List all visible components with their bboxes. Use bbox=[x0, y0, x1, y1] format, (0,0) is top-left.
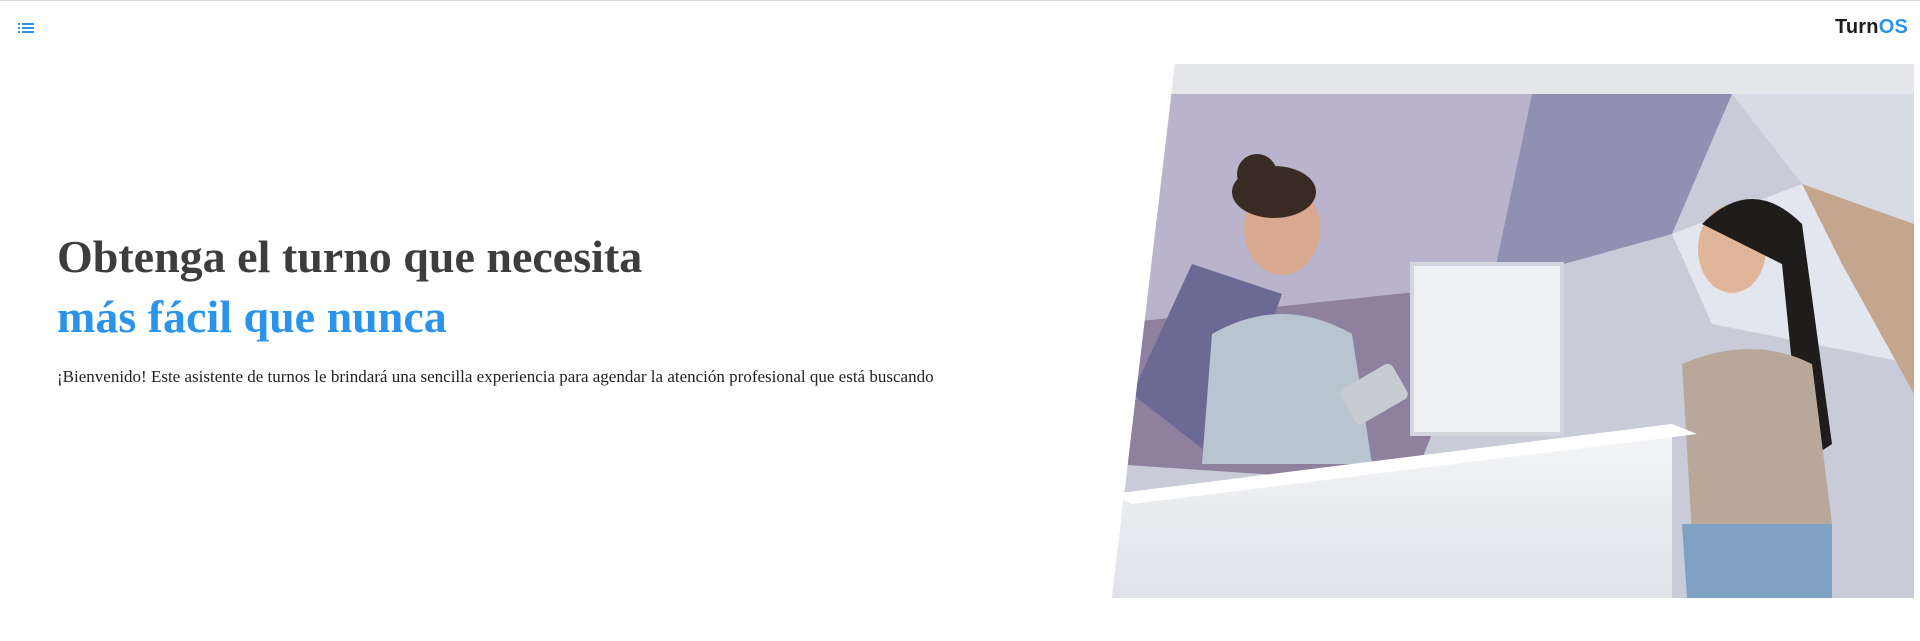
hero-text: Obtenga el turno que necesita más fácil … bbox=[57, 227, 957, 390]
brand-suffix: OS bbox=[1878, 16, 1908, 38]
hero-headline: Obtenga el turno que necesita bbox=[57, 231, 643, 282]
brand-prefix: Turn bbox=[1834, 16, 1879, 38]
top-bar: TurnOS bbox=[0, 1, 1920, 61]
brand-logo[interactable]: TurnOS bbox=[1835, 16, 1908, 39]
menu-button[interactable] bbox=[17, 20, 37, 38]
list-icon bbox=[18, 23, 34, 33]
hero-image bbox=[1112, 64, 1914, 598]
hero-headline-accent: más fácil que nunca bbox=[57, 291, 447, 342]
landing-page: TurnOS Obtenga el turno que necesita más… bbox=[0, 0, 1920, 641]
reception-illustration bbox=[1112, 64, 1914, 598]
hero-intro: ¡Bienvenido! Este asistente de turnos le… bbox=[57, 367, 934, 386]
